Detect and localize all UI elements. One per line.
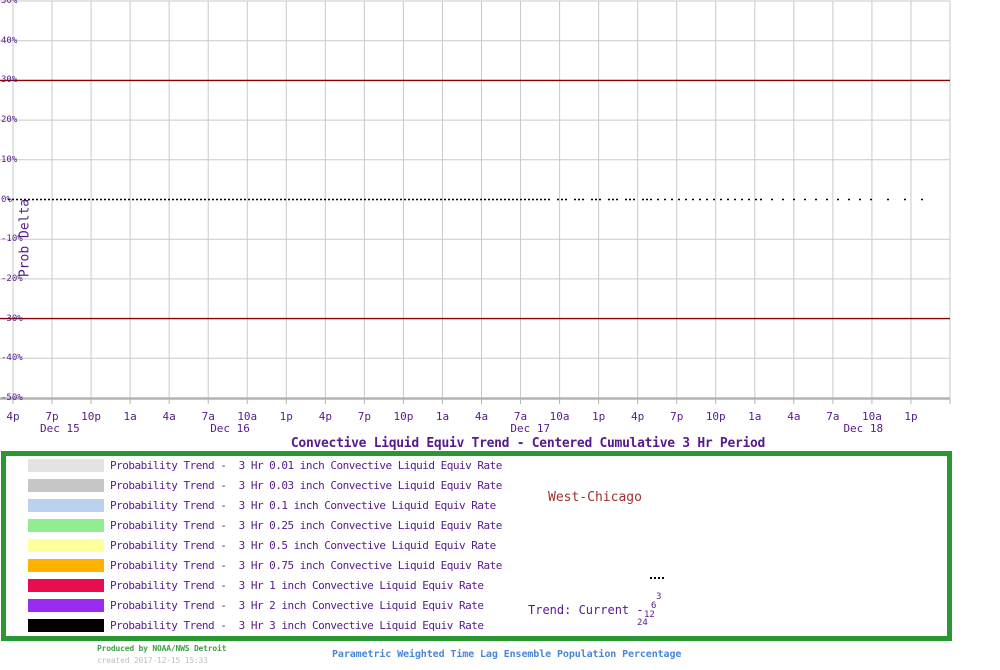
chart-area: Prob Delta 50% 40% 30% 20% 10% 0% -10% -20% -30%… bbox=[0, 0, 1000, 451]
created-timestamp: created 2017-12-15 15:33 bbox=[97, 656, 208, 665]
y-tick-label: -50% bbox=[1, 393, 23, 403]
trend-current-label: Trend: Current - bbox=[528, 603, 644, 617]
legend-label: Probability Trend - 3 Hr 0.01 inch Conve… bbox=[110, 459, 502, 472]
footer-note: Parametric Weighted Time Lag Ensemble Po… bbox=[332, 649, 682, 660]
chart-canvas bbox=[0, 0, 951, 404]
x-tick-label: 7a bbox=[826, 410, 840, 423]
x-tick-label: 7p bbox=[357, 410, 371, 423]
x-tick-label: 1p bbox=[279, 410, 293, 423]
x-tick-label: 4p bbox=[6, 410, 20, 423]
x-tick-label: 1p bbox=[592, 410, 606, 423]
x-tick-label: 10p bbox=[393, 410, 414, 423]
y-tick-label: -20% bbox=[1, 273, 23, 284]
legend-swatch bbox=[28, 459, 104, 472]
x-tick-label: 7p bbox=[670, 410, 684, 423]
y-tick-label: 10% bbox=[1, 154, 18, 165]
trend-dot bbox=[658, 577, 660, 579]
legend-label: Probability Trend - 3 Hr 0.1 inch Convec… bbox=[110, 499, 496, 512]
x-date-label: Dec 18 bbox=[843, 422, 884, 435]
nws-trend-chart-page: { "chart_data": { "type": "line", "title… bbox=[0, 0, 1000, 670]
produced-by-label: Produced by NOAA/NWS Detroit bbox=[97, 644, 227, 653]
y-tick-label: -30% bbox=[1, 313, 23, 324]
x-tick-label: 4a bbox=[474, 410, 489, 423]
y-tick-label: -10% bbox=[1, 234, 23, 245]
trend-dot bbox=[662, 577, 664, 579]
legend-swatch bbox=[28, 539, 104, 552]
legend-label: Probability Trend - 3 Hr 2 inch Convecti… bbox=[110, 599, 484, 612]
x-tick-label: 4p bbox=[631, 410, 645, 423]
trend-hour-label: 24 bbox=[637, 618, 648, 628]
y-tick-label: 20% bbox=[1, 115, 18, 126]
x-tick-label: 10p bbox=[81, 410, 102, 423]
x-date-label: Dec 16 bbox=[210, 422, 250, 435]
legend-label: Probability Trend - 3 Hr 0.5 inch Convec… bbox=[110, 539, 496, 552]
legend-label: Probability Trend - 3 Hr 0.75 inch Conve… bbox=[110, 559, 502, 572]
x-tick-label: 1a bbox=[435, 410, 450, 423]
legend-swatch bbox=[28, 579, 104, 592]
legend-label: Probability Trend - 3 Hr 3 inch Convecti… bbox=[110, 619, 484, 632]
legend-box: Probability Trend - 3 Hr 0.01 inch Conve… bbox=[1, 451, 952, 641]
legend-swatch bbox=[28, 599, 104, 612]
legend-label: Probability Trend - 3 Hr 0.03 inch Conve… bbox=[110, 479, 502, 492]
x-tick-label: 1a bbox=[123, 410, 137, 423]
x-tick-label: 10a bbox=[549, 410, 570, 423]
x-tick-label: 4a bbox=[162, 410, 176, 423]
y-tick-label: 30% bbox=[1, 75, 18, 86]
chart-title: Convective Liquid Equiv Trend - Centered… bbox=[290, 436, 766, 451]
trend-dot bbox=[654, 577, 656, 579]
trend-hour-label: 3 bbox=[656, 592, 662, 602]
x-tick-label: 1p bbox=[904, 410, 918, 423]
legend-swatch bbox=[28, 499, 104, 512]
legend-label: Probability Trend - 3 Hr 0.25 inch Conve… bbox=[110, 519, 502, 532]
legend-swatch bbox=[28, 519, 104, 532]
y-tick-label: 0% bbox=[1, 194, 12, 205]
legend-swatch bbox=[28, 479, 104, 492]
x-tick-label: 1a bbox=[748, 410, 762, 423]
y-tick-label: -40% bbox=[1, 353, 23, 364]
x-tick-label: 4p bbox=[318, 410, 332, 423]
x-date-label: Dec 15 bbox=[39, 422, 80, 435]
legend-swatch bbox=[28, 619, 104, 632]
legend-label: Probability Trend - 3 Hr 1 inch Convecti… bbox=[110, 579, 484, 592]
legend-swatch bbox=[28, 559, 104, 572]
y-tick-label: 50% bbox=[1, 0, 18, 6]
location-label: West-Chicago bbox=[548, 490, 642, 505]
y-tick-label: 40% bbox=[1, 35, 18, 46]
trend-dot bbox=[650, 577, 652, 579]
x-tick-label: 10p bbox=[705, 410, 726, 423]
x-tick-label: 4a bbox=[787, 410, 801, 423]
x-date-label: Dec 17 bbox=[510, 422, 551, 435]
